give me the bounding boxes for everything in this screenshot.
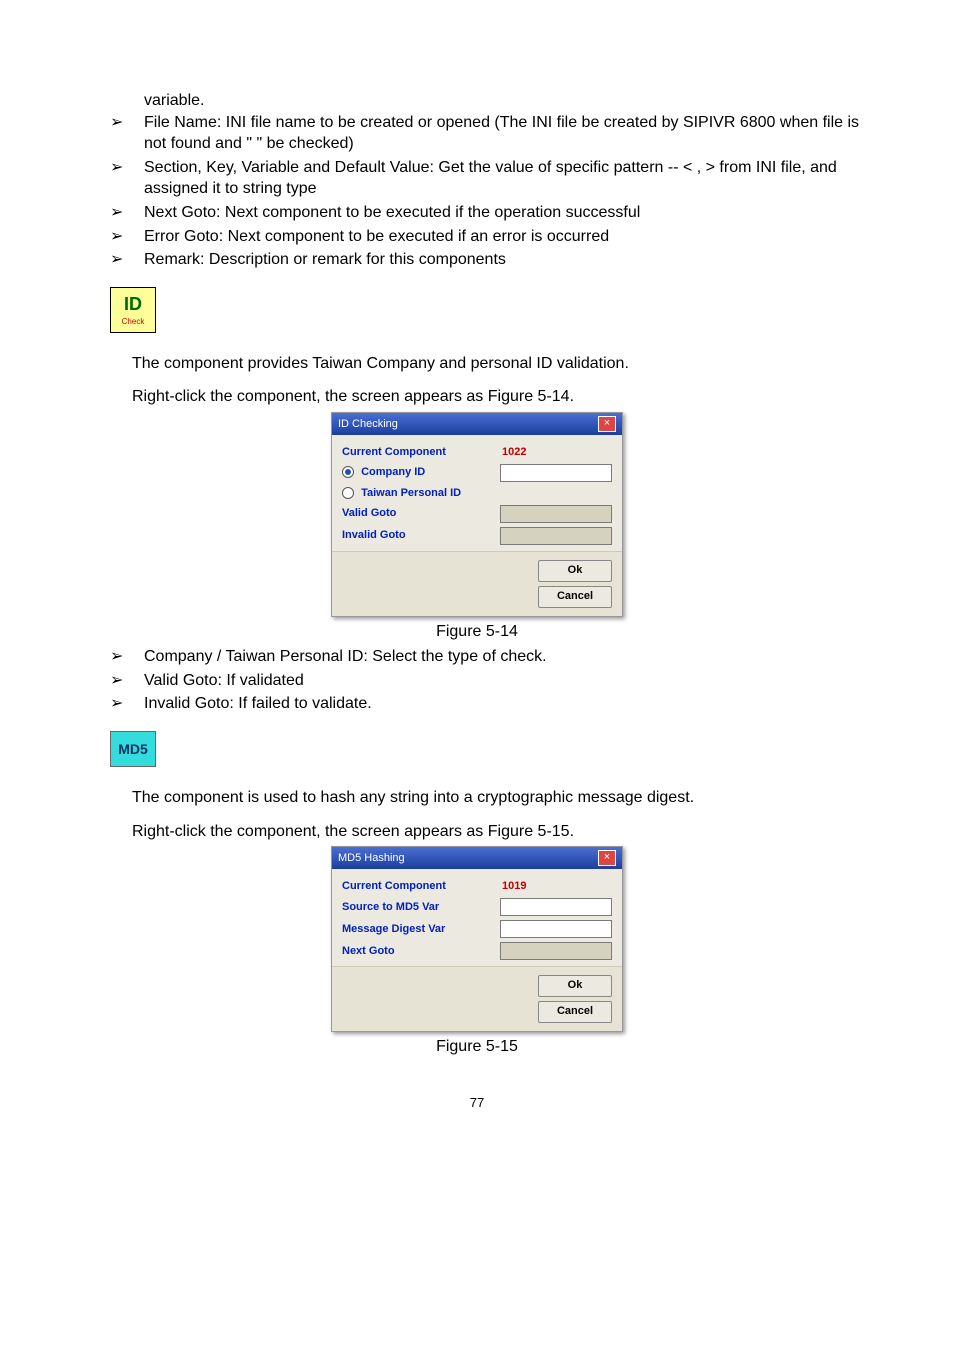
footer-spacer [342, 975, 482, 1009]
source-var-label: Source to MD5 Var [342, 900, 439, 915]
current-component-value: 1022 [502, 445, 612, 460]
current-component-label: Current Component [342, 879, 446, 894]
radio-icon [342, 466, 354, 478]
radio-row-company: Company ID [342, 464, 612, 482]
source-var-input[interactable] [500, 898, 612, 916]
bullet-list-top: File Name: INI file name to be created o… [90, 112, 864, 271]
dialog-titlebar: MD5 Hashing × [332, 847, 622, 869]
cancel-button[interactable]: Cancel [538, 1001, 612, 1023]
dialog-title-text: MD5 Hashing [338, 851, 405, 866]
md5-dialog-figure: MD5 Hashing × Current Component 1019 Sou… [90, 846, 864, 1032]
figure-caption: Figure 5-14 [90, 621, 864, 643]
list-item: Company / Taiwan Personal ID: Select the… [144, 646, 864, 668]
list-item: Valid Goto: If validated [144, 670, 864, 692]
ok-button[interactable]: Ok [538, 975, 612, 997]
md5-icon-box: MD5 [110, 731, 156, 767]
radio-icon [342, 487, 354, 499]
valid-goto-input[interactable] [500, 505, 612, 523]
invalid-goto-row: Invalid Goto [342, 527, 612, 545]
button-column: Ok Cancel [538, 560, 612, 608]
company-id-input[interactable] [500, 464, 612, 482]
bullet-list-mid: Company / Taiwan Personal ID: Select the… [90, 646, 864, 715]
next-goto-row: Next Goto [342, 942, 612, 960]
radio-company-id[interactable]: Company ID [342, 465, 425, 480]
list-item: Next Goto: Next component to be executed… [144, 202, 864, 224]
current-component-label: Current Component [342, 445, 446, 460]
list-item: Error Goto: Next component to be execute… [144, 226, 864, 248]
md5-hashing-dialog: MD5 Hashing × Current Component 1019 Sou… [331, 846, 623, 1032]
id-icon-graphic: ID Check [110, 287, 156, 333]
invalid-goto-input[interactable] [500, 527, 612, 545]
list-item: Remark: Description or remark for this c… [144, 249, 864, 271]
page-number: 77 [90, 1094, 864, 1112]
current-component-row: Current Component 1022 [342, 445, 612, 460]
close-icon[interactable]: × [598, 850, 616, 866]
valid-goto-label: Valid Goto [342, 506, 396, 521]
dialog-title-text: ID Checking [338, 417, 398, 432]
id-icon-top: ID [124, 292, 142, 316]
radio-label: Taiwan Personal ID [361, 487, 461, 499]
dialog-footer: Ok Cancel [332, 551, 622, 616]
ok-button[interactable]: Ok [538, 560, 612, 582]
list-item: File Name: INI file name to be created o… [144, 112, 864, 155]
cancel-button[interactable]: Cancel [538, 586, 612, 608]
button-column: Ok Cancel [538, 975, 612, 1023]
next-goto-input[interactable] [500, 942, 612, 960]
close-icon[interactable]: × [598, 416, 616, 432]
id-icon-bottom: Check [122, 317, 145, 328]
current-component-value: 1019 [502, 879, 612, 894]
figure-caption: Figure 5-15 [90, 1036, 864, 1058]
invalid-goto-label: Invalid Goto [342, 528, 406, 543]
md5-icon: MD5 [110, 731, 156, 767]
id-dialog-figure: ID Checking × Current Component 1022 Com… [90, 412, 864, 617]
id-checking-dialog: ID Checking × Current Component 1022 Com… [331, 412, 623, 617]
id-check-icon: ID Check [110, 287, 156, 333]
dialog-titlebar: ID Checking × [332, 413, 622, 435]
bullet-continuation: variable. [90, 90, 864, 112]
radio-taiwan-personal-id[interactable]: Taiwan Personal ID [342, 486, 461, 501]
paragraph: The component provides Taiwan Company an… [90, 353, 864, 375]
paragraph: Right-click the component, the screen ap… [90, 821, 864, 843]
digest-var-label: Message Digest Var [342, 922, 445, 937]
digest-var-row: Message Digest Var [342, 920, 612, 938]
dialog-footer: Ok Cancel [332, 966, 622, 1031]
radio-label: Company ID [361, 466, 425, 478]
dialog-body: Current Component 1022 Company ID Taiwan… [332, 435, 622, 616]
current-component-row: Current Component 1019 [342, 879, 612, 894]
digest-var-input[interactable] [500, 920, 612, 938]
source-var-row: Source to MD5 Var [342, 898, 612, 916]
dialog-body: Current Component 1019 Source to MD5 Var… [332, 869, 622, 1031]
radio-row-taiwan: Taiwan Personal ID [342, 486, 612, 501]
list-item: Section, Key, Variable and Default Value… [144, 157, 864, 200]
paragraph: Right-click the component, the screen ap… [90, 386, 864, 408]
paragraph: The component is used to hash any string… [90, 787, 864, 809]
footer-spacer [342, 560, 482, 594]
list-item: Invalid Goto: If failed to validate. [144, 693, 864, 715]
valid-goto-row: Valid Goto [342, 505, 612, 523]
next-goto-label: Next Goto [342, 944, 395, 959]
